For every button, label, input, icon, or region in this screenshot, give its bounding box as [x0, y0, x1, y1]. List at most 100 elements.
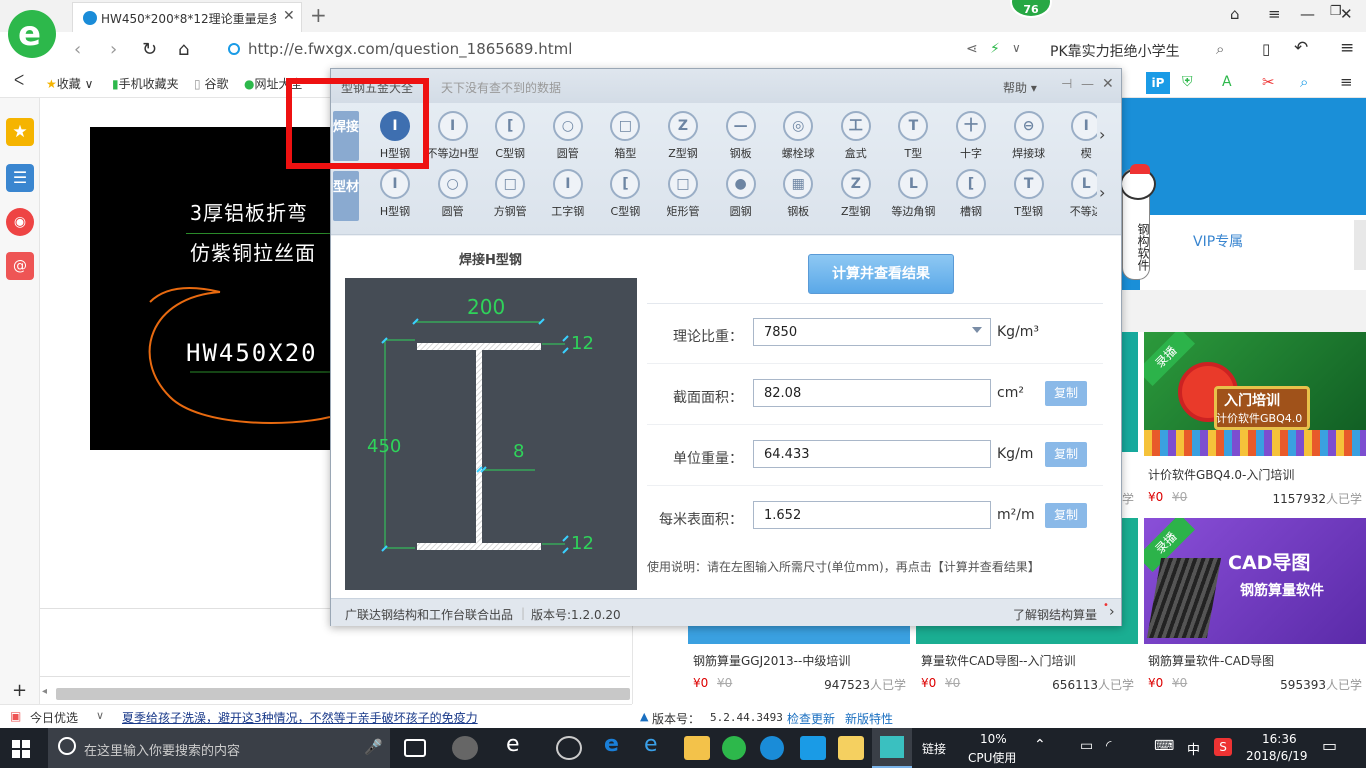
clock-time[interactable]: 16:36 [1262, 732, 1297, 746]
section-profile-item[interactable]: ● 圆钢 [713, 169, 769, 227]
dim-web[interactable]: 8 [513, 441, 524, 462]
scissors-icon[interactable]: ✂ [1262, 73, 1275, 91]
network-icon[interactable]: ▭ [1080, 738, 1093, 754]
lightning-icon[interactable]: ⚡ [990, 41, 1000, 57]
weld-profile-item[interactable]: ◎ 螺栓球 [770, 111, 826, 169]
phone-icon[interactable]: ▯ [1262, 40, 1270, 58]
app-icon[interactable] [760, 736, 784, 760]
notes-app-icon[interactable] [838, 736, 864, 760]
undo-icon[interactable]: ↶ [1294, 38, 1308, 58]
weibo-icon[interactable]: ◉ [6, 208, 34, 236]
course-image-cad[interactable]: 录播 CAD导图 钢筋算量软件 [1144, 518, 1366, 644]
check-update-link[interactable]: 检查更新 [787, 710, 835, 727]
dim-height[interactable]: 450 [367, 436, 401, 457]
section-profile-item[interactable]: ○ 圆管 [425, 169, 481, 227]
footer-learn-link[interactable]: 了解钢结构算量 [1013, 606, 1097, 623]
weld-profile-item[interactable]: ○ 圆管 [540, 111, 596, 169]
weld-profile-item[interactable]: — 钢板 [713, 111, 769, 169]
shirt-icon[interactable]: ⌂ [1230, 5, 1240, 23]
refresh-icon[interactable]: ↻ [142, 39, 157, 60]
news-link[interactable]: 夏季给孩子洗澡，避开这3种情况，不然等于亲手破坏孩子的免疫力 [122, 709, 478, 726]
weld-profile-item[interactable]: Z Z型钢 [655, 111, 711, 169]
weld-profile-item[interactable]: 工盒式 [828, 111, 884, 169]
chevron-right-icon[interactable]: › [1109, 604, 1115, 620]
bookmark-favorites[interactable]: ★收藏 ∨ [46, 75, 93, 92]
plus-app-icon[interactable] [800, 736, 826, 760]
toolbar-app-icon[interactable]: iP [1146, 72, 1170, 94]
sogou-icon[interactable]: S [1214, 738, 1232, 756]
taskbar-search[interactable]: 在这里输入你要搜索的内容 🎤 [48, 728, 390, 768]
course-image-cad-intro[interactable] [916, 626, 1138, 644]
tab-close-icon[interactable]: ✕ [283, 8, 295, 24]
dropdown-arrow-icon[interactable] [972, 327, 982, 333]
home-icon[interactable]: ⌂ [178, 39, 189, 60]
menu-icon[interactable]: ≡ [1268, 5, 1281, 23]
shield-icon[interactable]: ⛨ [1182, 74, 1193, 90]
close-window-button[interactable]: ✕ [1340, 5, 1353, 23]
task-view-icon[interactable] [404, 739, 426, 757]
active-app-slot[interactable] [872, 728, 912, 768]
pin-icon[interactable]: ⊣ [1061, 77, 1072, 92]
section-profile-item[interactable]: L 不等边 [1058, 169, 1097, 227]
vip-link[interactable]: VIP专属 [1193, 231, 1243, 251]
section-profile-item[interactable]: [槽钢 [943, 169, 999, 227]
weld-profile-item[interactable]: ⊖ 焊接球 [1001, 111, 1057, 169]
weld-profile-item[interactable]: □ 箱型 [597, 111, 653, 169]
course-title[interactable]: 钢筋算量GGJ2013--中级培训 [693, 652, 850, 669]
area-field[interactable]: 82.08 [753, 379, 991, 407]
horizontal-scrollbar[interactable] [56, 688, 630, 700]
add-icon[interactable]: + [12, 680, 27, 701]
clock-date[interactable]: 2018/6/19 [1246, 749, 1308, 763]
section-profile-item[interactable]: [C型钢 [597, 169, 653, 227]
section-profile-item[interactable]: L 等边角钢 [885, 169, 941, 227]
section-profile-item[interactable]: □ 方钢管 [482, 169, 538, 227]
wifi-icon[interactable]: ◜ [1106, 738, 1111, 754]
translate-icon[interactable]: A [1222, 74, 1232, 90]
help-menu[interactable]: 帮助 ▾ [1003, 79, 1037, 96]
course-image-gbq[interactable]: 录播 入门培训 计价软件GBQ4.0 [1144, 332, 1366, 456]
microphone-icon[interactable]: 🎤 [364, 738, 383, 756]
ie-browser-icon[interactable]: e [644, 732, 670, 757]
new-tab-button[interactable]: + [310, 3, 327, 27]
chrome-app-icon[interactable] [556, 736, 582, 760]
calculate-button[interactable]: 计算并查看结果 [808, 254, 954, 294]
copy-area-button[interactable]: 复制 [1045, 381, 1087, 406]
back-icon[interactable]: ‹ [74, 39, 81, 60]
keyboard-icon[interactable]: ⌨ [1154, 738, 1174, 754]
density-select[interactable]: 7850 [753, 318, 991, 346]
section-profile-item[interactable]: ▦ 钢板 [770, 169, 826, 227]
reading-list-icon[interactable]: ☰ [6, 164, 34, 192]
chevron-down-icon[interactable]: ∨ [96, 709, 104, 722]
browser-tab[interactable]: HW450*200*8*12理论重量是多 ✕ [72, 2, 302, 32]
notification-badge[interactable]: 76 [1010, 0, 1052, 18]
section-profile-item[interactable]: Z Z型钢 [828, 169, 884, 227]
copy-unit-weight-button[interactable]: 复制 [1045, 442, 1087, 467]
ime-indicator[interactable]: 中 [1187, 739, 1200, 758]
weld-profile-item[interactable]: 十十字 [943, 111, 999, 169]
close-icon[interactable]: ✕ [1102, 76, 1114, 92]
weld-profile-item[interactable]: I楔 [1058, 111, 1097, 169]
weld-profile-item[interactable]: [C型钢 [482, 111, 538, 169]
unit-weight-field[interactable]: 64.433 [753, 440, 991, 468]
forward-icon[interactable]: › [110, 39, 117, 60]
scrollbar[interactable] [1354, 220, 1366, 270]
tray-expand-icon[interactable]: ⌃ [1034, 737, 1046, 753]
sidebar-toggle-icon[interactable]: ᐸ [14, 73, 24, 89]
mail-icon[interactable]: @ [6, 252, 34, 280]
section-profile-item[interactable]: I 工字钢 [540, 169, 596, 227]
course-title[interactable]: 钢筋算量软件-CAD导图 [1148, 652, 1274, 669]
course-title[interactable]: 算量软件CAD导图--入门培训 [921, 652, 1076, 669]
dim-width[interactable]: 200 [467, 295, 505, 319]
file-explorer-icon[interactable] [684, 736, 710, 760]
tab-profile[interactable]: 型材 [333, 171, 359, 221]
course-image-ggj[interactable] [688, 626, 910, 644]
ie-app-icon[interactable]: e [506, 732, 532, 757]
scroll-right-icon[interactable]: › [1099, 125, 1105, 144]
restore-button[interactable]: ❐ [1305, 4, 1342, 19]
edge-app-icon[interactable]: e [604, 732, 630, 757]
magnifier-icon[interactable]: ⌕ [1300, 73, 1308, 91]
scroll-left-icon[interactable]: ◂ [42, 686, 47, 697]
fan-app-icon[interactable] [452, 736, 478, 760]
surface-field[interactable]: 1.652 [753, 501, 991, 529]
section-profile-item[interactable]: T T型钢 [1001, 169, 1057, 227]
